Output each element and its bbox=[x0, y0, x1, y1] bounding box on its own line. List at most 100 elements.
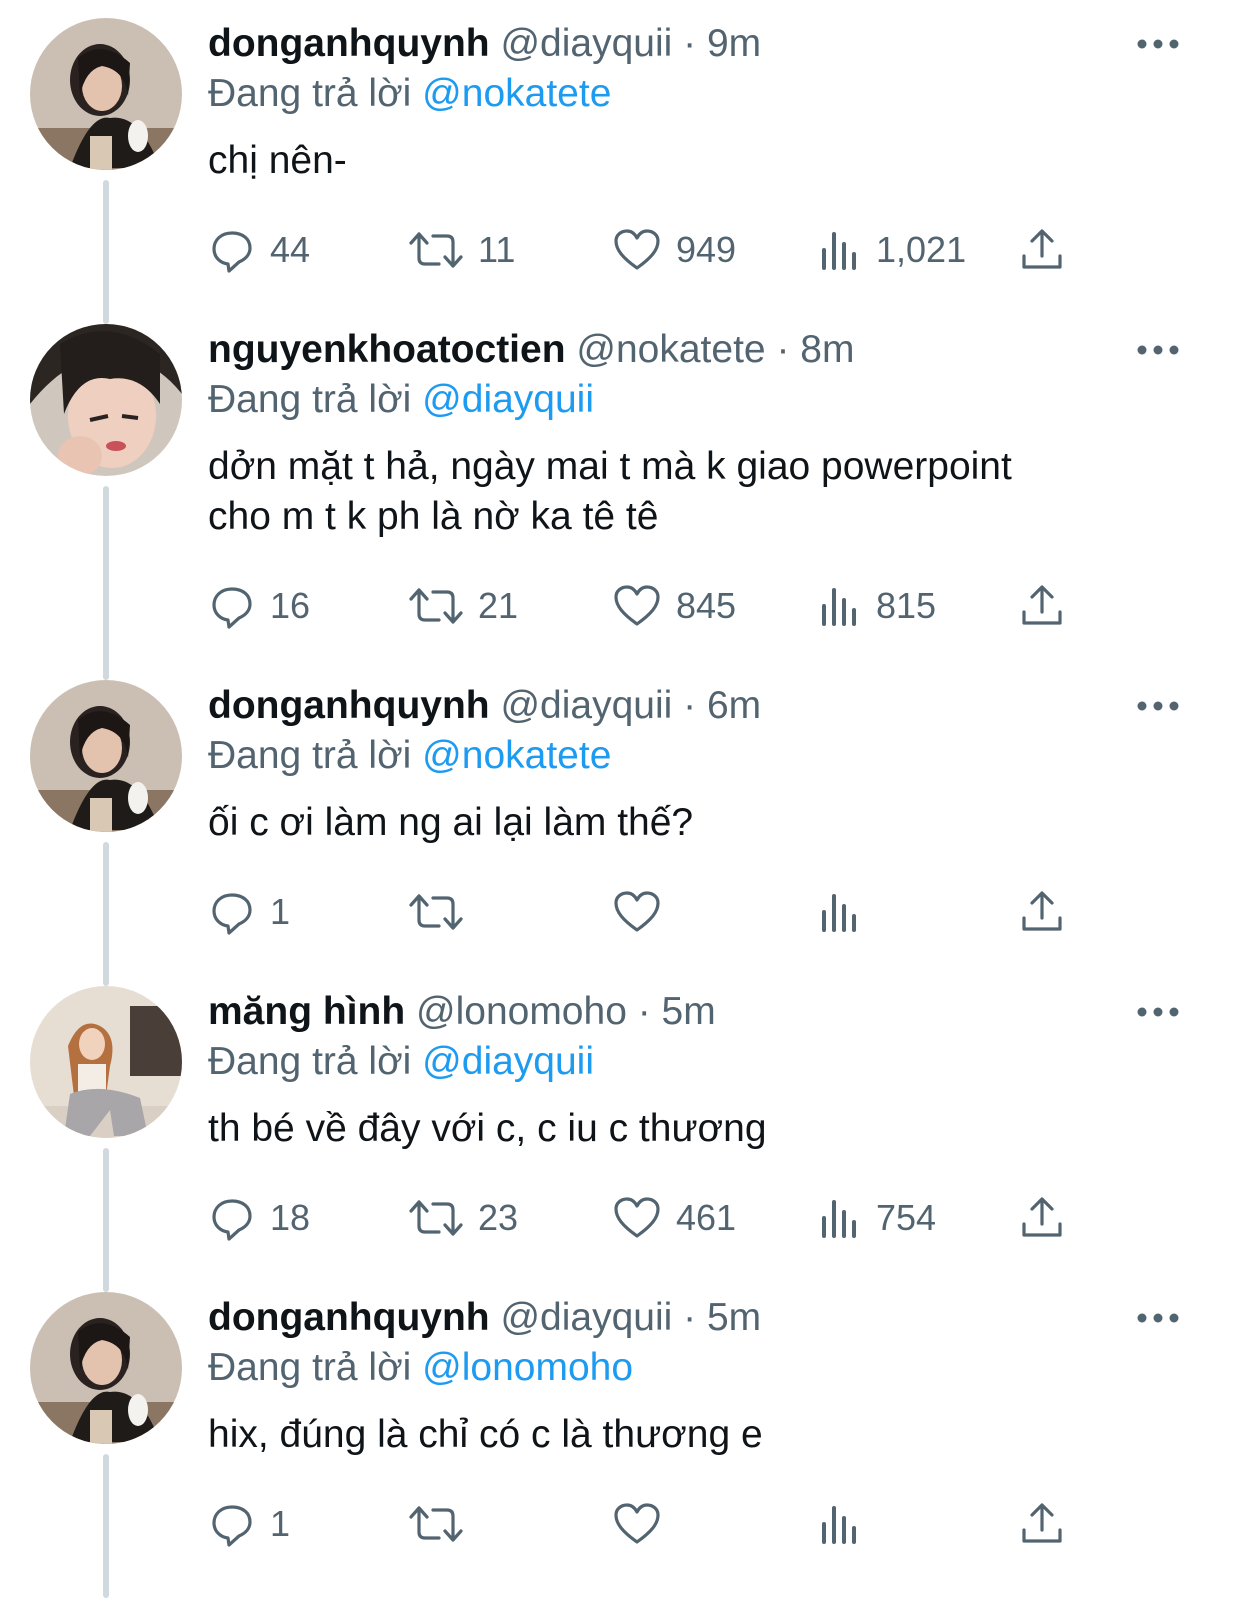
tweet-header: nguyenkhoatoctien @nokatete · 8m bbox=[208, 324, 854, 376]
more-options-icon[interactable] bbox=[1134, 32, 1182, 56]
mention-link[interactable]: @nokatete bbox=[422, 72, 611, 115]
timestamp[interactable]: · 8m bbox=[776, 328, 854, 371]
tweet[interactable]: donganhquynh @diayquii · 5m Đang trả lời… bbox=[0, 1292, 1242, 1598]
retweet-button[interactable] bbox=[408, 882, 478, 942]
more-options-icon[interactable] bbox=[1134, 338, 1182, 362]
reply-count: 16 bbox=[270, 585, 311, 626]
like-button[interactable] bbox=[612, 1494, 676, 1554]
retweet-count: 23 bbox=[478, 1197, 519, 1238]
tweet[interactable]: donganhquynh @diayquii · 6m Đang trả lời… bbox=[0, 680, 1242, 986]
retweet-icon bbox=[408, 888, 464, 936]
heart-icon bbox=[612, 226, 662, 274]
share-icon bbox=[1018, 226, 1066, 274]
mention-link[interactable]: @lonomoho bbox=[422, 1346, 633, 1389]
timestamp[interactable]: · 9m bbox=[683, 22, 761, 65]
avatar[interactable] bbox=[30, 18, 182, 170]
avatar[interactable] bbox=[30, 1292, 182, 1444]
views-count: 1,021 bbox=[876, 229, 967, 270]
share-button[interactable] bbox=[1018, 1494, 1066, 1554]
user-handle[interactable]: @lonomoho bbox=[416, 990, 627, 1033]
more-options-icon[interactable] bbox=[1134, 1306, 1182, 1330]
tweet-actions: 18 23 461 754 bbox=[0, 1188, 1242, 1248]
timestamp[interactable]: · 5m bbox=[683, 1296, 761, 1339]
retweet-count: 21 bbox=[478, 585, 519, 626]
retweet-button[interactable]: 23 bbox=[408, 1188, 518, 1248]
tweet[interactable]: măng hình @lonomoho · 5m Đang trả lời @d… bbox=[0, 986, 1242, 1292]
tweet[interactable]: donganhquynh @diayquii · 9m Đang trả lời… bbox=[0, 18, 1242, 324]
share-button[interactable] bbox=[1018, 882, 1066, 942]
tweet-header: donganhquynh @diayquii · 5m bbox=[208, 1292, 761, 1344]
replying-to: Đang trả lời @nokatete bbox=[208, 68, 611, 120]
analytics-icon bbox=[818, 226, 862, 274]
avatar[interactable] bbox=[30, 324, 182, 476]
share-button[interactable] bbox=[1018, 576, 1066, 636]
share-button[interactable] bbox=[1018, 220, 1066, 280]
views-button[interactable]: 1,021 bbox=[818, 220, 966, 280]
avatar[interactable] bbox=[30, 680, 182, 832]
avatar[interactable] bbox=[30, 986, 182, 1138]
user-handle[interactable]: @diayquii bbox=[500, 22, 672, 65]
timestamp[interactable]: · 6m bbox=[683, 684, 761, 727]
reply-button[interactable]: 16 bbox=[208, 576, 310, 636]
views-button[interactable] bbox=[818, 882, 876, 942]
reply-button[interactable]: 1 bbox=[208, 882, 290, 942]
views-button[interactable]: 754 bbox=[818, 1188, 936, 1248]
retweet-icon bbox=[408, 1194, 464, 1242]
tweet-actions: 1 bbox=[0, 1494, 1242, 1554]
reply-icon bbox=[208, 582, 256, 630]
like-button[interactable] bbox=[612, 882, 676, 942]
reply-icon bbox=[208, 1500, 256, 1548]
reply-button[interactable]: 18 bbox=[208, 1188, 310, 1248]
display-name[interactable]: donganhquynh bbox=[208, 22, 490, 65]
share-button[interactable] bbox=[1018, 1188, 1066, 1248]
mention-link[interactable]: @nokatete bbox=[422, 734, 611, 777]
tweet-text: chị nên- bbox=[208, 136, 1208, 186]
mention-link[interactable]: @diayquii bbox=[422, 378, 594, 421]
display-name[interactable]: donganhquynh bbox=[208, 684, 490, 727]
views-button[interactable]: 815 bbox=[818, 576, 936, 636]
share-icon bbox=[1018, 1194, 1066, 1242]
heart-icon bbox=[612, 1194, 662, 1242]
reply-icon bbox=[208, 888, 256, 936]
tweet-actions: 44 11 949 1,021 bbox=[0, 220, 1242, 280]
reply-icon bbox=[208, 226, 256, 274]
reply-count: 1 bbox=[270, 891, 291, 932]
reply-button[interactable]: 44 bbox=[208, 220, 310, 280]
share-icon bbox=[1018, 888, 1066, 936]
retweet-button[interactable]: 11 bbox=[408, 220, 515, 280]
display-name[interactable]: măng hình bbox=[208, 990, 405, 1033]
replying-to: Đang trả lời @lonomoho bbox=[208, 1342, 633, 1394]
tweet-header: donganhquynh @diayquii · 9m bbox=[208, 18, 761, 70]
user-handle[interactable]: @nokatete bbox=[576, 328, 765, 371]
display-name[interactable]: nguyenkhoatoctien bbox=[208, 328, 566, 371]
retweet-count: 11 bbox=[478, 229, 516, 270]
display-name[interactable]: donganhquynh bbox=[208, 1296, 490, 1339]
like-button[interactable]: 949 bbox=[612, 220, 736, 280]
like-button[interactable]: 845 bbox=[612, 576, 736, 636]
mention-link[interactable]: @diayquii bbox=[422, 1040, 594, 1083]
user-handle[interactable]: @diayquii bbox=[500, 1296, 672, 1339]
reply-button[interactable]: 1 bbox=[208, 1494, 290, 1554]
like-count: 949 bbox=[676, 229, 737, 270]
timestamp[interactable]: · 5m bbox=[638, 990, 716, 1033]
user-handle[interactable]: @diayquii bbox=[500, 684, 672, 727]
share-icon bbox=[1018, 582, 1066, 630]
replying-to-label: Đang trả lời bbox=[208, 734, 412, 777]
share-icon bbox=[1018, 1500, 1066, 1548]
more-options-icon[interactable] bbox=[1134, 1000, 1182, 1024]
views-button[interactable] bbox=[818, 1494, 876, 1554]
reply-count: 1 bbox=[270, 1503, 291, 1544]
retweet-button[interactable] bbox=[408, 1494, 478, 1554]
like-button[interactable]: 461 bbox=[612, 1188, 736, 1248]
tweet-actions: 1 bbox=[0, 882, 1242, 942]
heart-icon bbox=[612, 582, 662, 630]
tweet[interactable]: nguyenkhoatoctien @nokatete · 8m Đang tr… bbox=[0, 324, 1242, 680]
retweet-button[interactable]: 21 bbox=[408, 576, 518, 636]
tweet-actions: 16 21 845 815 bbox=[0, 576, 1242, 636]
replying-to-label: Đang trả lời bbox=[208, 1346, 412, 1389]
more-options-icon[interactable] bbox=[1134, 694, 1182, 718]
tweet-text-line: chị nên- bbox=[208, 139, 347, 182]
views-count: 815 bbox=[876, 585, 937, 626]
analytics-icon bbox=[818, 1194, 862, 1242]
reply-icon bbox=[208, 1194, 256, 1242]
